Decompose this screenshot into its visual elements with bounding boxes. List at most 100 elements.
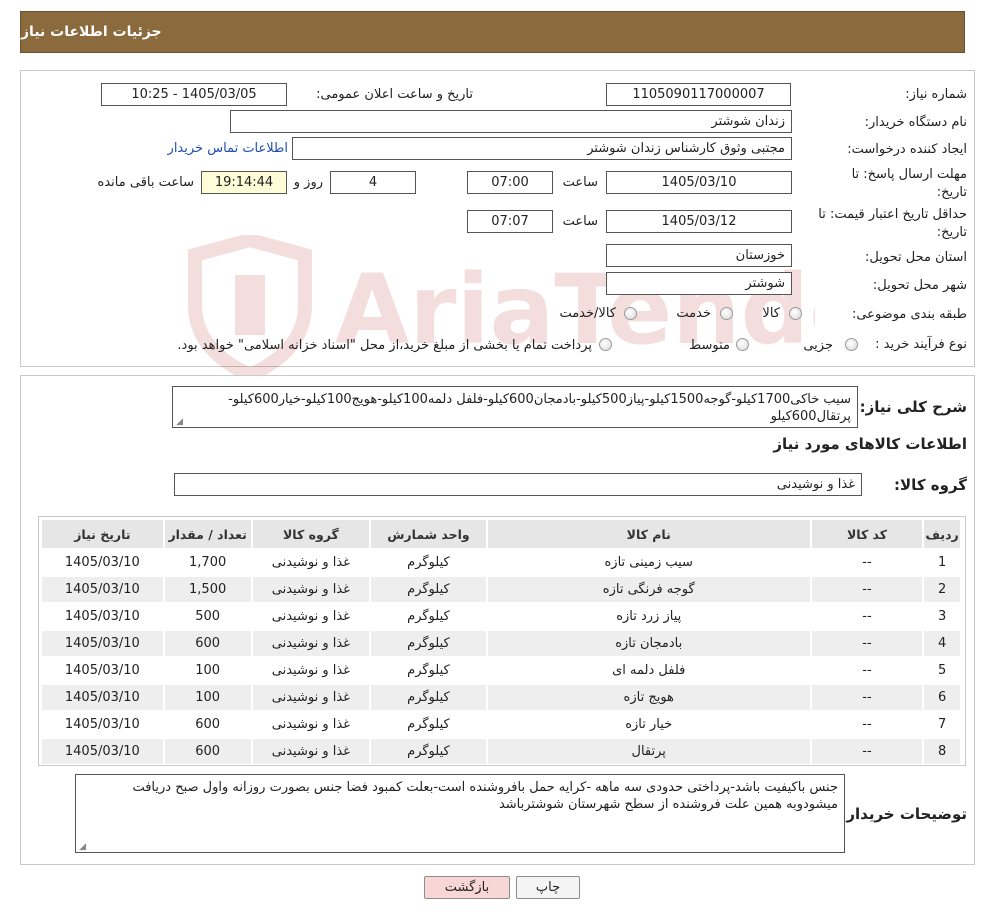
buyer-org-label: نام دستگاه خریدار: (864, 115, 967, 130)
announce-label: تاریخ و ساعت اعلان عمومی: (316, 87, 473, 102)
item-quantity: 1,700 (164, 550, 251, 575)
row-number: 2 (924, 577, 960, 602)
item-group: غذا و نوشیدنی (252, 712, 370, 737)
col-group-header: گروه کالا (252, 520, 370, 548)
need-number-field: 1105090117000007 (606, 83, 791, 106)
back-button[interactable]: بازگشت (424, 876, 510, 899)
category-goods-service-radio[interactable] (624, 307, 637, 320)
purchase-type-label: نوع فرآیند خرید : (875, 337, 967, 352)
category-goods-radio[interactable] (789, 307, 802, 320)
print-button[interactable]: چاپ (516, 876, 580, 899)
announce-field: 1405/03/05 - 10:25 (101, 83, 287, 106)
resize-grip-icon[interactable]: ◢ (78, 843, 86, 852)
row-number: 6 (924, 685, 960, 710)
item-quantity: 1,500 (164, 577, 251, 602)
need-number-label: شماره نیاز: (905, 87, 967, 102)
table-row: 5 -- فلفل دلمه ای کیلوگرم غذا و نوشیدنی … (42, 658, 960, 683)
item-code: -- (811, 739, 923, 764)
item-code: -- (811, 577, 923, 602)
page-title: جزئیات اطلاعات نیاز (21, 24, 162, 40)
table-row: 3 -- پیاز زرد تازه کیلوگرم غذا و نوشیدنی… (42, 604, 960, 629)
reply-time-label: ساعت (562, 175, 598, 190)
item-group: غذا و نوشیدنی (252, 577, 370, 602)
item-unit: کیلوگرم (371, 550, 486, 575)
reply-deadline-label-2: تاریخ: (936, 185, 967, 200)
item-date: 1405/03/10 (42, 685, 163, 710)
items-table: ردیف کد کالا نام کالا واحد شمارش گروه کا… (40, 518, 962, 766)
item-date: 1405/03/10 (42, 550, 163, 575)
item-quantity: 500 (164, 604, 251, 629)
table-row: 7 -- خیار تازه کیلوگرم غذا و نوشیدنی 600… (42, 712, 960, 737)
province-field: خوزستان (606, 244, 792, 267)
table-row: 1 -- سیب زمینی تازه کیلوگرم غذا و نوشیدن… (42, 550, 960, 575)
category-label: طبقه بندی موضوعی: (851, 307, 967, 322)
buyer-contact-link[interactable]: اطلاعات تماس خریدار (168, 141, 288, 156)
item-date: 1405/03/10 (42, 631, 163, 656)
item-unit: کیلوگرم (371, 577, 486, 602)
item-name: پرتقال (487, 739, 810, 764)
item-code: -- (811, 631, 923, 656)
purchase-minor-radio[interactable] (845, 338, 858, 351)
summary-textarea[interactable]: سیب خاکی1700کیلو-گوجه1500کیلو-پیاز500کیل… (172, 386, 858, 428)
goods-group-label: گروه کالا: (894, 476, 967, 494)
item-unit: کیلوگرم (371, 685, 486, 710)
table-row: 4 -- بادمجان تازه کیلوگرم غذا و نوشیدنی … (42, 631, 960, 656)
row-number: 7 (924, 712, 960, 737)
price-validity-time-label: ساعت (562, 214, 598, 229)
goods-group-field: غذا و نوشیدنی (174, 473, 862, 496)
item-name: گوجه فرنگی تازه (487, 577, 810, 602)
table-header-row: ردیف کد کالا نام کالا واحد شمارش گروه کا… (42, 520, 960, 548)
item-name: پیاز زرد تازه (487, 604, 810, 629)
col-code-header: کد کالا (811, 520, 923, 548)
purchase-minor-label: جزیی (803, 338, 833, 353)
category-service-label: خدمت (676, 306, 711, 321)
item-group: غذا و نوشیدنی (252, 658, 370, 683)
item-group: غذا و نوشیدنی (252, 685, 370, 710)
item-name: سیب زمینی تازه (487, 550, 810, 575)
item-group: غذا و نوشیدنی (252, 550, 370, 575)
item-code: -- (811, 685, 923, 710)
items-table-wrapper: ردیف کد کالا نام کالا واحد شمارش گروه کا… (38, 516, 966, 766)
row-number: 1 (924, 550, 960, 575)
treasury-checkbox[interactable] (599, 338, 612, 351)
item-code: -- (811, 604, 923, 629)
item-date: 1405/03/10 (42, 739, 163, 764)
item-unit: کیلوگرم (371, 631, 486, 656)
col-row-header: ردیف (924, 520, 960, 548)
item-code: -- (811, 658, 923, 683)
resize-grip-icon[interactable]: ◢ (175, 418, 183, 427)
goods-section-title: اطلاعات کالاهای مورد نیاز (773, 435, 967, 453)
buyer-notes-label: توضیحات خریدار: (840, 805, 967, 823)
item-unit: کیلوگرم (371, 712, 486, 737)
province-label: استان محل تحویل: (865, 250, 967, 265)
col-name-header: نام کالا (487, 520, 810, 548)
buyer-org-field: زندان شوشتر (230, 110, 792, 133)
days-field: 4 (330, 171, 416, 194)
reply-time-field: 07:00 (467, 171, 553, 194)
remaining-time-label: ساعت باقی مانده (97, 175, 194, 190)
item-group: غذا و نوشیدنی (252, 631, 370, 656)
buyer-notes-textarea[interactable]: جنس باکیفیت باشد-پرداختی حدودی سه ماهه -… (75, 774, 845, 853)
item-unit: کیلوگرم (371, 739, 486, 764)
reply-deadline-label: مهلت ارسال پاسخ: تا (851, 167, 967, 182)
row-number: 8 (924, 739, 960, 764)
table-row: 8 -- پرتقال کیلوگرم غذا و نوشیدنی 600 14… (42, 739, 960, 764)
summary-text: سیب خاکی1700کیلو-گوجه1500کیلو-پیاز500کیل… (228, 392, 851, 424)
item-date: 1405/03/10 (42, 604, 163, 629)
item-name: فلفل دلمه ای (487, 658, 810, 683)
creator-field: مجتبی وثوق کارشناس زندان شوشتر (292, 137, 792, 160)
purchase-note: پرداخت تمام یا بخشی از مبلغ خرید،از محل … (177, 338, 592, 353)
item-name: بادمجان تازه (487, 631, 810, 656)
item-quantity: 100 (164, 658, 251, 683)
item-quantity: 600 (164, 631, 251, 656)
category-service-radio[interactable] (720, 307, 733, 320)
item-unit: کیلوگرم (371, 658, 486, 683)
item-name: هویج تازه (487, 685, 810, 710)
purchase-medium-radio[interactable] (736, 338, 749, 351)
row-number: 4 (924, 631, 960, 656)
item-group: غذا و نوشیدنی (252, 739, 370, 764)
city-field: شوشتر (606, 272, 792, 295)
item-unit: کیلوگرم (371, 604, 486, 629)
price-validity-date-field: 1405/03/12 (606, 210, 792, 233)
category-goods-service-label: کالا/خدمت (559, 306, 616, 321)
